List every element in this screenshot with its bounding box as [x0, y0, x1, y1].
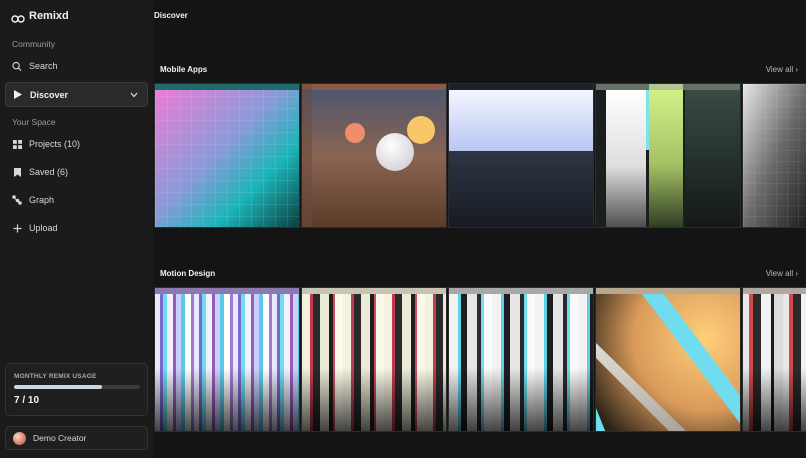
sidebar-item-label: Discover — [30, 89, 69, 100]
project-tile[interactable] — [154, 287, 300, 432]
tile-preview-image — [449, 84, 593, 227]
avatar — [13, 431, 26, 445]
project-tile[interactable] — [742, 287, 806, 432]
sidebar-item-label: Saved (6) — [29, 167, 69, 177]
project-tile[interactable] — [448, 287, 594, 432]
user-name: Demo Creator — [33, 433, 87, 443]
grid-icon — [12, 139, 22, 149]
community-label: Community — [12, 39, 55, 49]
brand[interactable]: Remixd — [11, 10, 69, 23]
user-menu[interactable]: Demo Creator — [5, 426, 148, 450]
main-content: Discover Mobile Apps View all › Motion D… — [153, 0, 806, 458]
row-title-motion-design: Motion Design — [160, 269, 216, 278]
tile-preview-image — [743, 288, 806, 431]
project-tile[interactable] — [595, 83, 741, 228]
tile-preview-image — [155, 84, 299, 227]
sidebar-item-upload[interactable]: Upload — [5, 217, 148, 239]
tile-preview-image — [302, 84, 446, 227]
tile-preview-image — [155, 288, 299, 431]
sidebar-item-label: Search — [29, 61, 58, 71]
page-title: Discover — [154, 11, 188, 20]
usage-card: MONTHLY REMIX USAGE 7 / 10 — [5, 363, 148, 416]
project-tile[interactable] — [301, 83, 447, 228]
project-tile[interactable] — [154, 83, 300, 228]
usage-label: MONTHLY REMIX USAGE — [14, 373, 97, 380]
infinity-icon — [11, 11, 25, 23]
project-tile[interactable] — [301, 287, 447, 432]
sidebar-item-projects[interactable]: Projects (10) — [5, 133, 148, 155]
row-title-mobile-apps: Mobile Apps — [160, 65, 208, 74]
tile-preview-image — [596, 84, 740, 227]
view-all-mobile-apps-link[interactable]: View all › — [766, 65, 798, 74]
usage-progress-fill — [14, 385, 103, 389]
tile-preview-image — [743, 84, 806, 227]
sidebar-item-label: Upload — [29, 223, 58, 233]
sidebar: Remixd Community Search Discover Your Sp… — [0, 0, 153, 458]
project-tile[interactable] — [448, 83, 594, 228]
tile-preview-image — [596, 288, 740, 431]
usage-count: 7 / 10 — [14, 395, 40, 406]
sidebar-item-label: Projects (10) — [29, 139, 81, 149]
brand-name: Remixd — [29, 10, 69, 22]
usage-progress-bar — [14, 385, 140, 389]
chevron-down-icon[interactable] — [130, 90, 138, 100]
graph-icon — [12, 195, 22, 205]
sidebar-item-search[interactable]: Search — [5, 55, 148, 77]
tile-preview-image — [302, 288, 446, 431]
project-tile[interactable] — [742, 83, 806, 228]
project-tile[interactable] — [595, 287, 741, 432]
sidebar-item-label: Graph — [29, 195, 55, 205]
view-all-motion-design-link[interactable]: View all › — [766, 269, 798, 278]
your-space-label: Your Space — [12, 117, 56, 127]
sidebar-item-discover[interactable]: Discover — [5, 82, 148, 107]
play-icon — [13, 90, 23, 100]
sidebar-item-saved[interactable]: Saved (6) — [5, 161, 148, 183]
bookmark-icon — [12, 167, 22, 177]
plus-icon — [12, 223, 22, 233]
search-icon — [12, 61, 22, 71]
sidebar-item-graph[interactable]: Graph — [5, 189, 148, 211]
tile-preview-image — [449, 288, 593, 431]
